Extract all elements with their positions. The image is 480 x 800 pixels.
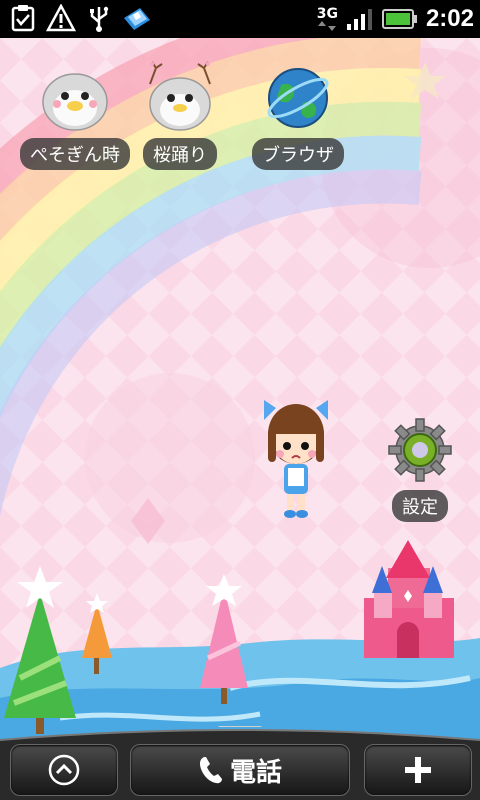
app-drawer-button[interactable] [10, 744, 118, 796]
shortcut-label: ブラウザ [252, 138, 344, 170]
plus-icon [405, 757, 431, 783]
clipboard-check-icon [8, 3, 38, 33]
usb-icon [84, 3, 114, 33]
browser-globe-icon [258, 58, 338, 138]
data-activity-icon [318, 21, 337, 31]
phone-button-label: 電話 [229, 757, 282, 788]
penguin-clock-icon [35, 58, 115, 138]
chevron-up-icon [48, 754, 80, 786]
app-notification-icon [122, 3, 152, 33]
battery-icon [381, 9, 417, 29]
doll-icon [264, 400, 328, 518]
network-type-label: 3G [316, 6, 338, 22]
shortcut-label: ぺそぎん時 [20, 138, 130, 170]
warning-icon [46, 3, 76, 33]
shortcut-label: 設定 [392, 490, 448, 522]
phone-icon [199, 757, 222, 784]
shortcut-label: 桜踊り [143, 138, 217, 170]
settings-gear-icon [380, 410, 460, 490]
shortcut-sakura-odori[interactable]: 桜踊り [140, 58, 220, 170]
shortcut-pesogin-clock[interactable]: ぺそぎん時 [20, 58, 130, 170]
penguin-sakura-icon [140, 58, 220, 138]
shortcut-browser[interactable]: ブラウザ [252, 58, 344, 170]
doll-widget[interactable] [256, 398, 336, 528]
signal-icon [346, 9, 372, 30]
clock: 2:02 [425, 5, 474, 32]
status-bar: 3G 2:02 [0, 0, 480, 38]
network-type-indicator: 3G [317, 7, 338, 31]
add-to-home-button[interactable] [364, 744, 472, 796]
shortcut-settings[interactable]: 設定 [380, 410, 460, 522]
phone-button[interactable]: 電話 [130, 744, 350, 796]
